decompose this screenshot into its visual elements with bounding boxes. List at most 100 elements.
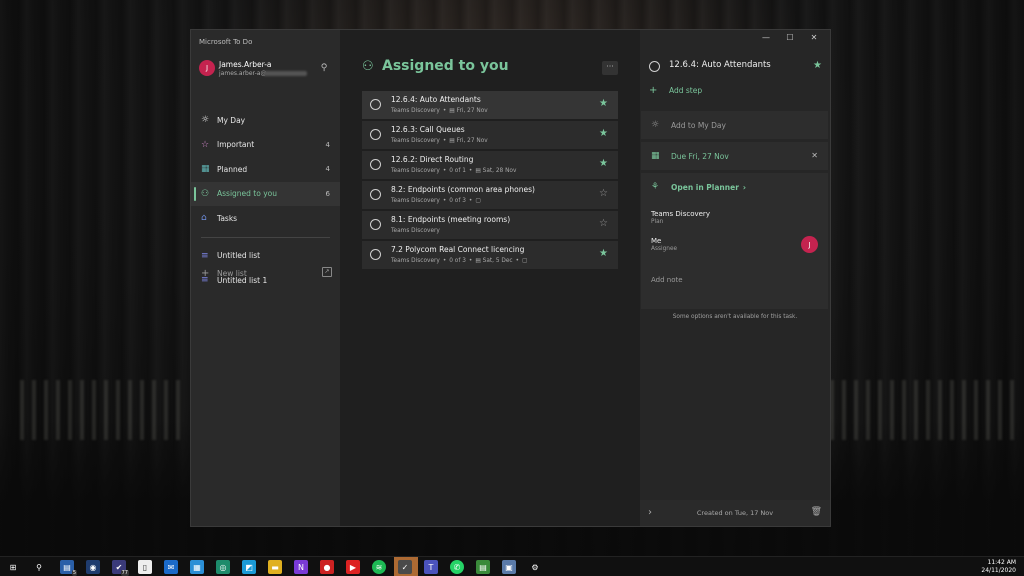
sidebar-item-important[interactable]: ☆ Important 4 <box>191 133 340 158</box>
task-row[interactable]: 8.2: Endpoints (common area phones) Team… <box>362 181 618 209</box>
taskbar-clock[interactable]: 11:42 AM 24/11/2020 <box>981 559 1016 575</box>
edge-icon[interactable]: ◉ <box>86 560 100 574</box>
plan-info: Teams Discovery Plan <box>651 210 710 225</box>
complete-checkbox[interactable] <box>370 249 381 260</box>
due-date-row: ▦ Due Fri, 27 Nov <box>651 151 729 161</box>
open-in-planner-link[interactable]: ⚘ Open in Planner › <box>651 182 746 192</box>
task-list-name: Teams Discovery <box>391 228 440 234</box>
calendar-icon: ▤ <box>475 168 481 174</box>
star-icon: ☆ <box>201 139 210 150</box>
close-icon[interactable]: ✕ <box>802 33 826 42</box>
add-step-button[interactable]: + Add step <box>649 85 702 96</box>
star-filled-icon[interactable]: ★ <box>599 128 608 139</box>
photos-icon[interactable]: ◩ <box>242 560 256 574</box>
spotify-icon[interactable]: ≋ <box>372 560 386 574</box>
minimize-icon[interactable]: — <box>754 33 778 42</box>
task-row[interactable]: 7.2 Polycom Real Connect licencing Teams… <box>362 241 618 269</box>
task-row[interactable]: 12.6.3: Call Queues Teams Discovery • ▤ Fr… <box>362 121 618 149</box>
star-filled-icon[interactable]: ★ <box>599 158 608 169</box>
star-filled-icon[interactable]: ★ <box>599 98 608 109</box>
sidebar-item-my-day[interactable]: ☼ My Day <box>191 108 340 133</box>
detail-task-title[interactable]: 12.6.4: Auto Attendants <box>669 60 771 70</box>
todo-window: Microsoft To Do J James.Arber-a james.ar… <box>190 29 831 527</box>
task-steps: 0 of 3 <box>449 198 466 204</box>
task-meta: Teams Discovery • 0 of 1 • ▤ Sat, 28 Nov <box>391 168 517 174</box>
complete-checkbox[interactable] <box>370 219 381 230</box>
task-title: 7.2 Polycom Real Connect licencing <box>391 245 525 254</box>
file-explorer-icon[interactable]: ▬ <box>268 560 282 574</box>
avatar: J <box>801 236 818 253</box>
plus-icon: + <box>649 85 658 96</box>
add-note-field[interactable]: Add note <box>651 276 683 284</box>
store-icon[interactable]: ▦ <box>190 560 204 574</box>
notepad-icon[interactable]: ▯ <box>138 560 152 574</box>
wallpaper-figures-right <box>830 380 1020 440</box>
account-header[interactable]: J James.Arber-a james.arber-a@ ⚲ <box>197 59 336 79</box>
person-icon: ⚇ <box>362 58 374 74</box>
account-email: james.arber-a@ <box>219 70 267 77</box>
star-outline-icon[interactable]: ☆ <box>599 188 608 199</box>
vscode-icon[interactable]: ✔ 77 <box>112 560 129 576</box>
sidebar-item-tasks[interactable]: ⌂ Tasks <box>191 206 340 231</box>
settings-gear-icon[interactable]: ⚙ <box>528 560 542 574</box>
star-filled-icon[interactable]: ★ <box>599 248 608 259</box>
page-title: Assigned to you <box>382 58 509 74</box>
search-icon[interactable]: ⚲ <box>318 62 330 74</box>
windows-start-icon[interactable]: ⊞ <box>6 560 20 574</box>
due-date-card[interactable]: ▦ Due Fri, 27 Nov ✕ <box>641 142 828 170</box>
sidebar-item-assigned-to-you[interactable]: ⚇ Assigned to you 6 <box>191 181 340 206</box>
new-list-button[interactable]: + New list ↗ <box>191 263 340 283</box>
complete-checkbox[interactable] <box>370 99 381 110</box>
clock-time: 11:42 AM <box>987 559 1016 566</box>
remove-due-date-icon[interactable]: ✕ <box>811 151 818 160</box>
task-list-name: Teams Discovery <box>391 258 440 264</box>
trash-icon[interactable]: 🗑 <box>811 507 822 517</box>
task-row[interactable]: 12.6.4: Auto Attendants Teams Discovery •… <box>362 91 618 119</box>
add-to-my-day-card[interactable]: ☼ Add to My Day <box>641 111 828 139</box>
remote-desktop-icon[interactable]: ▣ <box>502 560 516 574</box>
youtube-icon[interactable]: ▶ <box>346 560 360 574</box>
assignee-label: Assignee <box>651 246 678 252</box>
search-icon[interactable]: ⚲ <box>32 560 46 574</box>
outlook-icon[interactable]: ✉ <box>164 560 178 574</box>
maximize-icon[interactable]: ☐ <box>778 33 802 42</box>
plus-icon: + <box>201 267 210 279</box>
todo-app-icon[interactable]: ✓ <box>398 560 412 574</box>
note-icon: ▢ <box>475 198 481 204</box>
star-filled-icon[interactable]: ★ <box>813 60 822 71</box>
complete-checkbox[interactable] <box>370 159 381 170</box>
complete-checkbox[interactable] <box>370 129 381 140</box>
files-app-icon[interactable]: ▤ 5 <box>60 560 77 576</box>
task-list-name: Teams Discovery <box>391 168 440 174</box>
new-group-icon[interactable]: ↗ <box>322 267 332 277</box>
task-meta: Teams Discovery • ▤ Fri, 27 Nov <box>391 108 488 114</box>
sidebar-item-planned[interactable]: ▦ Planned 4 <box>191 157 340 182</box>
task-meta: Teams Discovery • 0 of 3 • ▤ Sat, 5 Dec • ▢ <box>391 258 528 264</box>
task-steps: 0 of 3 <box>449 258 466 264</box>
note-card[interactable]: Add note <box>641 268 828 309</box>
chrome-icon[interactable]: ◎ <box>216 560 230 574</box>
sidebar-item-count: 4 <box>325 165 330 174</box>
plan-label: Plan <box>651 219 664 225</box>
teams-icon[interactable]: T <box>424 560 438 574</box>
onenote-icon[interactable]: N <box>294 560 308 574</box>
complete-checkbox[interactable] <box>649 61 660 72</box>
sun-icon: ☼ <box>201 115 210 126</box>
star-outline-icon[interactable]: ☆ <box>599 218 608 229</box>
email-redaction <box>263 71 307 76</box>
taskbar-badge: 5 <box>71 570 77 576</box>
avatar[interactable]: J <box>199 60 215 76</box>
more-options-button[interactable]: ··· <box>602 61 618 75</box>
planner-icon: ⚘ <box>651 182 660 192</box>
task-row[interactable]: 8.1: Endpoints (meeting rooms) Teams Dis… <box>362 211 618 239</box>
whatsapp-icon[interactable]: ✆ <box>450 560 464 574</box>
assignee-info: Me Assignee <box>651 237 677 252</box>
task-meta: Teams Discovery <box>391 228 440 234</box>
task-row[interactable]: 12.6.2: Direct Routing Teams Discovery • 0… <box>362 151 618 179</box>
media-icon[interactable]: ● <box>320 560 334 574</box>
new-list-label: New list <box>217 268 247 278</box>
list-header: ⚇ Assigned to you <box>362 56 509 76</box>
terminal-icon[interactable]: ▤ <box>476 560 490 574</box>
task-list-name: Teams Discovery <box>391 198 440 204</box>
complete-checkbox[interactable] <box>370 189 381 200</box>
